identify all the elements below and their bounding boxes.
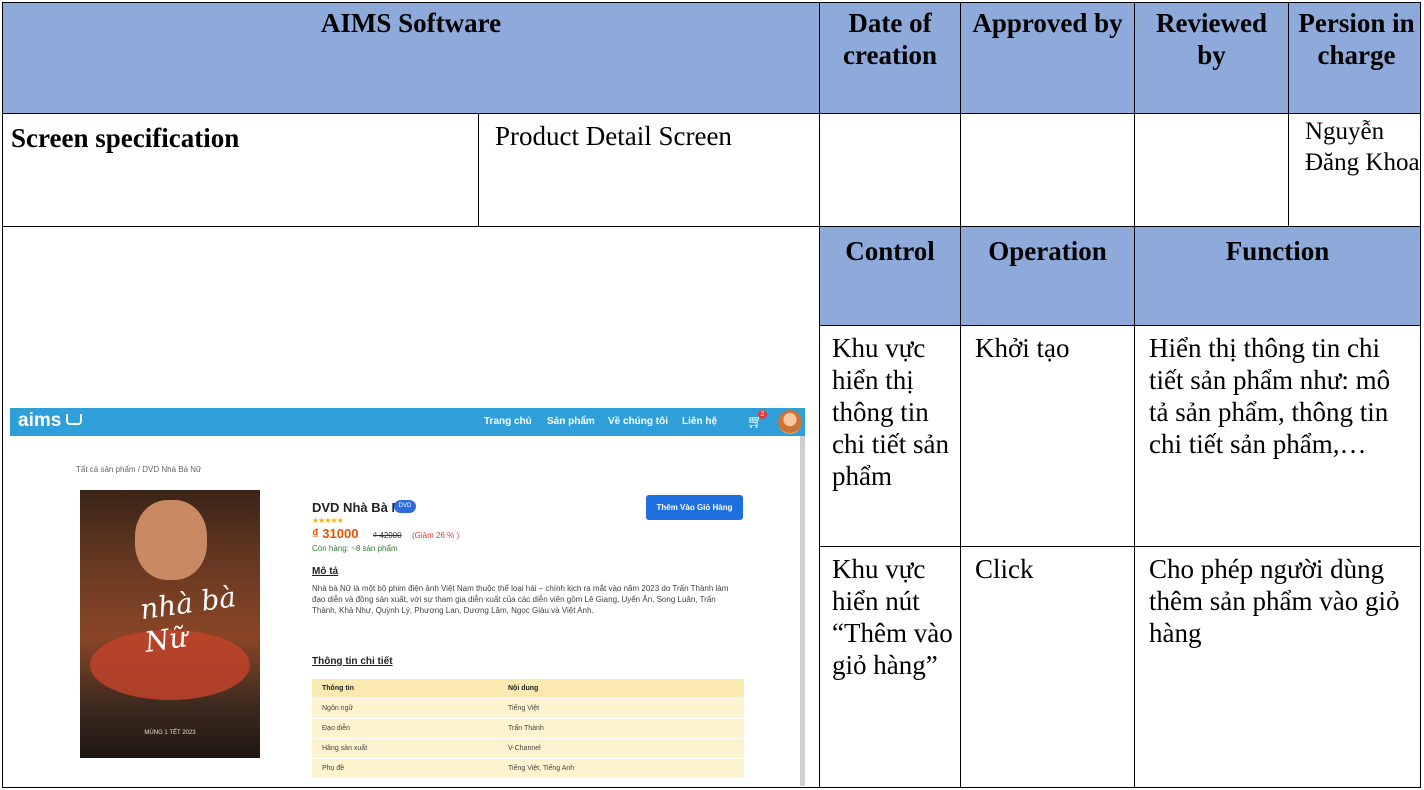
operation-header: Operation xyxy=(960,226,1135,326)
product-poster-image: nhà bà Nữ MÙNG 1 TẾT 2023 xyxy=(80,490,260,758)
table-cell: Phụ đề xyxy=(312,758,498,779)
table-row: Ngôn ngữ Tiếng Việt xyxy=(312,698,744,719)
row1-operation-text: Khởi tạo xyxy=(975,333,1070,363)
poster-title: nhà bà Nữ xyxy=(137,580,238,659)
product-discount: (Giảm 26 % ) xyxy=(412,531,460,540)
add-to-cart-button[interactable]: Thêm Vào Giỏ Hàng xyxy=(646,495,743,520)
person-in-charge-header: Persion in charge xyxy=(1288,2,1421,114)
row1-function: Hiển thị thông tin chi tiết sản phẩm như… xyxy=(1134,325,1421,547)
reviewed-by-label: Reviewed by xyxy=(1156,8,1267,70)
table-row: Đạo diễn Trấn Thành xyxy=(312,718,744,739)
reviewed-by-value xyxy=(1134,113,1289,227)
product-detail-screenshot: aims Trang chủ Sản phẩm Về chúng tôi Liê… xyxy=(10,408,805,786)
screen-name-cell: Product Detail Screen xyxy=(478,113,820,227)
stock-status: Còn hàng: ~8 sản phẩm xyxy=(312,544,398,553)
row2-operation-text: Click xyxy=(975,554,1034,584)
date-of-creation-label: Date of creation xyxy=(843,8,937,70)
person-name: Nguyễn Đăng Khoa xyxy=(1305,118,1420,176)
row1-control-text: Khu vực hiển thị thông tin chi tiết sản … xyxy=(832,333,949,491)
product-price: ₫ 31000 xyxy=(312,526,359,541)
nav-about[interactable]: Về chúng tôi xyxy=(608,416,668,427)
table-row: Hãng sản xuất V-Channel xyxy=(312,738,744,759)
row2-function-text: Cho phép người dùng thêm sản phẩm vào gi… xyxy=(1149,554,1400,648)
screen-name: Product Detail Screen xyxy=(495,121,732,151)
screen-spec-label-cell: Screen specification xyxy=(2,113,479,227)
row2-control: Khu vực hiển nút “Thêm vào giỏ hàng” xyxy=(819,546,961,788)
app-title: AIMS Software xyxy=(320,8,502,38)
poster-release-date: MÙNG 1 TẾT 2023 xyxy=(144,730,196,736)
row2-operation: Click xyxy=(960,546,1135,788)
control-header: Control xyxy=(819,226,961,326)
cart-count-badge: 2 xyxy=(758,410,767,419)
table-cell: Trấn Thành xyxy=(498,718,744,739)
date-of-creation-header: Date of creation xyxy=(819,2,961,114)
function-header: Function xyxy=(1134,226,1421,326)
details-title: Thông tin chi tiết xyxy=(312,656,393,667)
rating-stars: ★★★★★ xyxy=(312,516,344,525)
table-header: Thông tin xyxy=(312,679,498,699)
table-header-row: Thông tin Nội dung xyxy=(312,679,744,699)
navbar: aims Trang chủ Sản phẩm Về chúng tôi Liê… xyxy=(10,408,805,436)
control-label: Control xyxy=(845,236,935,266)
approved-by-value xyxy=(960,113,1135,227)
table-cell: Ngôn ngữ xyxy=(312,698,498,719)
screen-spec-label: Screen specification xyxy=(11,123,240,153)
user-avatar[interactable] xyxy=(778,410,802,434)
row1-operation: Khởi tạo xyxy=(960,325,1135,547)
nav-home[interactable]: Trang chủ xyxy=(484,416,532,427)
scrollbar[interactable] xyxy=(800,436,805,786)
table-cell: Tiếng Việt xyxy=(498,698,744,719)
app-title-cell: AIMS Software xyxy=(2,2,820,114)
table-row: Phụ đề Tiếng Việt, Tiếng Anh xyxy=(312,758,744,779)
poster-figure xyxy=(135,500,207,580)
row2-control-text: Khu vực hiển nút “Thêm vào giỏ hàng” xyxy=(832,554,953,680)
table-header: Nội dung xyxy=(498,679,744,699)
function-label: Function xyxy=(1225,236,1330,266)
approved-by-label: Approved by xyxy=(972,8,1123,38)
operation-label: Operation xyxy=(988,236,1107,266)
table-cell: V-Channel xyxy=(498,738,744,759)
approved-by-header: Approved by xyxy=(960,2,1135,114)
date-of-creation-value xyxy=(819,113,961,227)
product-type-badge: DVD xyxy=(394,500,416,513)
reviewed-by-header: Reviewed by xyxy=(1134,2,1289,114)
row2-function: Cho phép người dùng thêm sản phẩm vào gi… xyxy=(1134,546,1421,788)
logo-cart-icon xyxy=(66,414,82,425)
description-title: Mô tả xyxy=(312,566,339,577)
product-old-price: ₫ 42000 xyxy=(373,531,402,540)
product-description: Nhà bà Nữ là một bộ phim điện ảnh Việt N… xyxy=(312,584,729,615)
breadcrumb[interactable]: Tất cả sản phẩm / DVD Nhà Bà Nữ xyxy=(76,465,201,474)
aims-logo[interactable]: aims xyxy=(18,410,61,432)
nav-contact[interactable]: Liên hệ xyxy=(682,416,717,427)
row1-control: Khu vực hiển thị thông tin chi tiết sản … xyxy=(819,325,961,547)
table-cell: Tiếng Việt, Tiếng Anh xyxy=(498,758,744,779)
person-in-charge-label: Persion in charge xyxy=(1298,8,1415,70)
nav-products[interactable]: Sản phẩm xyxy=(547,416,595,427)
row1-function-text: Hiển thị thông tin chi tiết sản phẩm như… xyxy=(1149,333,1391,459)
details-table: Thông tin Nội dung Ngôn ngữ Tiếng Việt Đ… xyxy=(312,679,744,779)
person-in-charge-value: Nguyễn Đăng Khoa xyxy=(1288,113,1421,227)
table-cell: Hãng sản xuất xyxy=(312,738,498,759)
table-cell: Đạo diễn xyxy=(312,718,498,739)
